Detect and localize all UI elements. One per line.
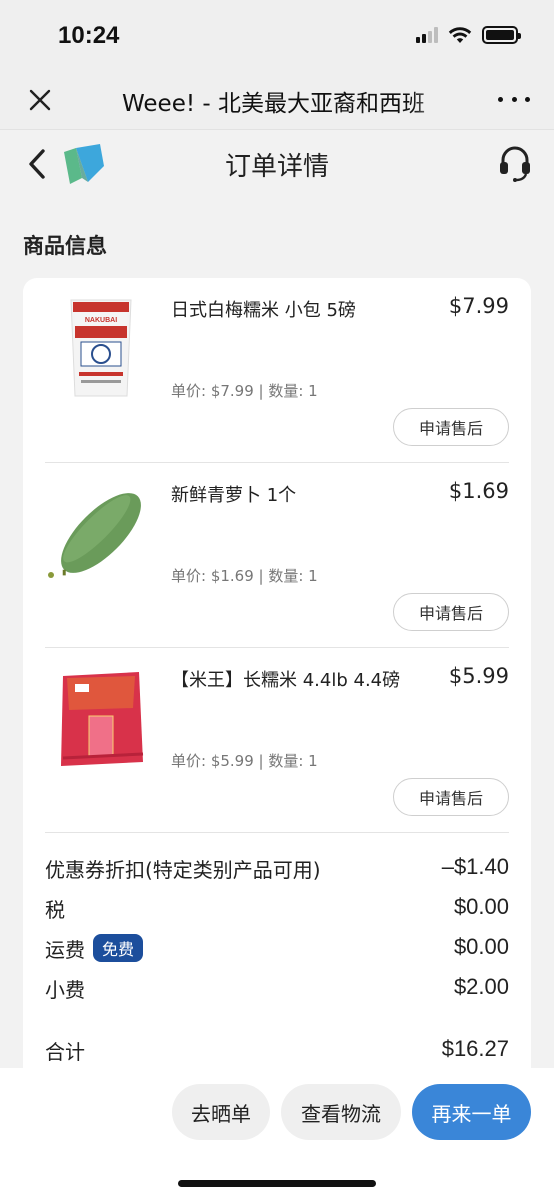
coupon-label: 优惠券折扣(特定类别产品可用) [45, 858, 321, 882]
free-shipping-badge: 免费 [93, 934, 144, 962]
item-price: $5.99 [448, 664, 509, 688]
coupon-value: –$1.40 [441, 854, 509, 879]
page-title: 订单详情 [224, 152, 329, 182]
tax-row: 税 $0.00 [45, 894, 509, 924]
shipping-label: 运费 [45, 938, 85, 962]
tax-label: 税 [45, 898, 65, 922]
more-options-icon[interactable] [498, 86, 530, 112]
customer-support-icon[interactable] [498, 144, 532, 182]
product-image-green-radish[interactable] [45, 477, 157, 589]
order-item: NAKUBAI 日式白梅糯米 小包 5磅 $7.99 单价: $7.99 | 数… [45, 278, 509, 463]
section-title-product-info: 商品信息 [23, 234, 107, 258]
status-time: 10:24 [58, 22, 120, 49]
shipping-label-group: 运费 免费 [45, 934, 144, 963]
svg-text:NAKUBAI: NAKUBAI [85, 317, 117, 324]
product-image-rice-bag-red[interactable] [45, 662, 157, 774]
review-button[interactable]: 去晒单 [172, 1084, 270, 1140]
after-sale-button[interactable]: 申请售后 [393, 778, 509, 816]
item-meta: 单价: $5.99 | 数量: 1 [171, 752, 318, 770]
tracking-button[interactable]: 查看物流 [281, 1084, 401, 1140]
total-label: 合计 [45, 1040, 85, 1064]
divider [45, 832, 509, 833]
browser-title: Weee! - 北美最大亚裔和西班 [122, 91, 425, 117]
tax-value: $0.00 [453, 894, 509, 919]
status-bar: 10:24 [0, 0, 554, 72]
after-sale-button[interactable]: 申请售后 [393, 408, 509, 446]
total-value: $16.27 [441, 1036, 509, 1061]
order-item: 新鲜青萝卜 1个 $1.69 单价: $1.69 | 数量: 1 申请售后 [45, 463, 509, 648]
item-name[interactable]: 【米王】长糯米 4.4lb 4.4磅 [171, 666, 421, 692]
browser-bar: Weee! - 北美最大亚裔和西班 [0, 72, 554, 130]
tip-label: 小费 [45, 978, 85, 1002]
home-indicator [178, 1180, 376, 1187]
coupon-row: 优惠券折扣(特定类别产品可用) –$1.40 [45, 854, 509, 884]
app-header: 订单详情 [0, 130, 554, 200]
order-card: NAKUBAI 日式白梅糯米 小包 5磅 $7.99 单价: $7.99 | 数… [23, 278, 531, 1118]
item-meta: 单价: $1.69 | 数量: 1 [171, 567, 318, 585]
item-name[interactable]: 日式白梅糯米 小包 5磅 [171, 296, 421, 322]
reorder-button[interactable]: 再来一单 [412, 1084, 531, 1140]
after-sale-button[interactable]: 申请售后 [393, 593, 509, 631]
wifi-icon [448, 27, 472, 43]
tip-row: 小费 $2.00 [45, 974, 509, 1004]
status-icons [416, 26, 521, 44]
item-name[interactable]: 新鲜青萝卜 1个 [171, 481, 421, 507]
battery-icon [482, 26, 521, 44]
product-image-rice-bag-white[interactable]: NAKUBAI [45, 292, 157, 404]
tip-value: $2.00 [453, 974, 509, 999]
signal-icon [416, 27, 438, 43]
total-row: 合计 $16.27 [45, 1036, 509, 1066]
item-meta: 单价: $7.99 | 数量: 1 [171, 382, 318, 400]
order-item: 【米王】长糯米 4.4lb 4.4磅 $5.99 单价: $5.99 | 数量:… [45, 648, 509, 833]
item-price: $7.99 [448, 294, 509, 318]
close-icon[interactable] [24, 84, 56, 116]
item-price: $1.69 [448, 479, 509, 503]
shipping-row: 运费 免费 $0.00 [45, 934, 509, 964]
shipping-value: $0.00 [453, 934, 509, 959]
